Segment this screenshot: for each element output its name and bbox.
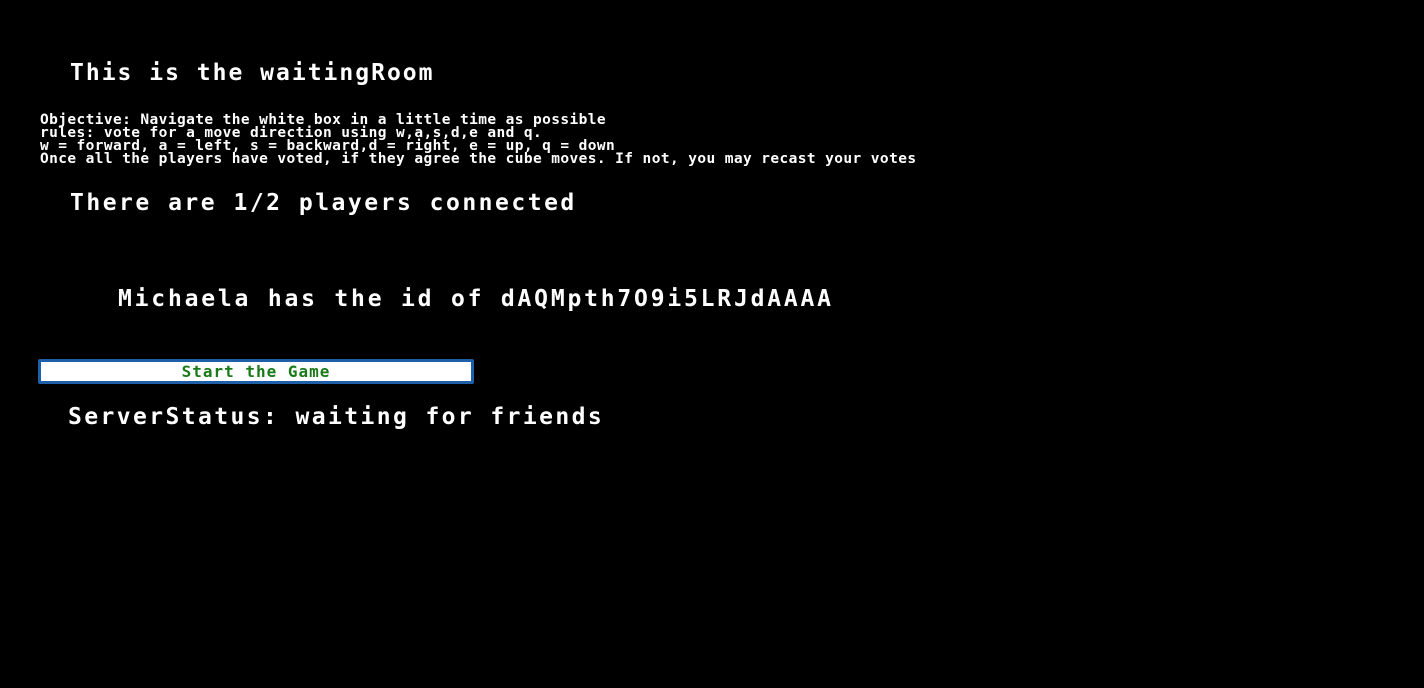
server-status-text: ServerStatus: waiting for friends [68,404,605,430]
voting-text: Once all the players have voted, if they… [40,151,917,167]
players-connected-text: There are 1/2 players connected [70,190,577,216]
start-game-button[interactable]: Start the Game [38,359,474,384]
player-list-item: Michaela has the id of dAQMpth7O9i5LRJdA… [118,286,834,312]
page-title: This is the waitingRoom [70,60,435,86]
rules-block: Objective: Navigate the white box in a l… [40,113,917,167]
